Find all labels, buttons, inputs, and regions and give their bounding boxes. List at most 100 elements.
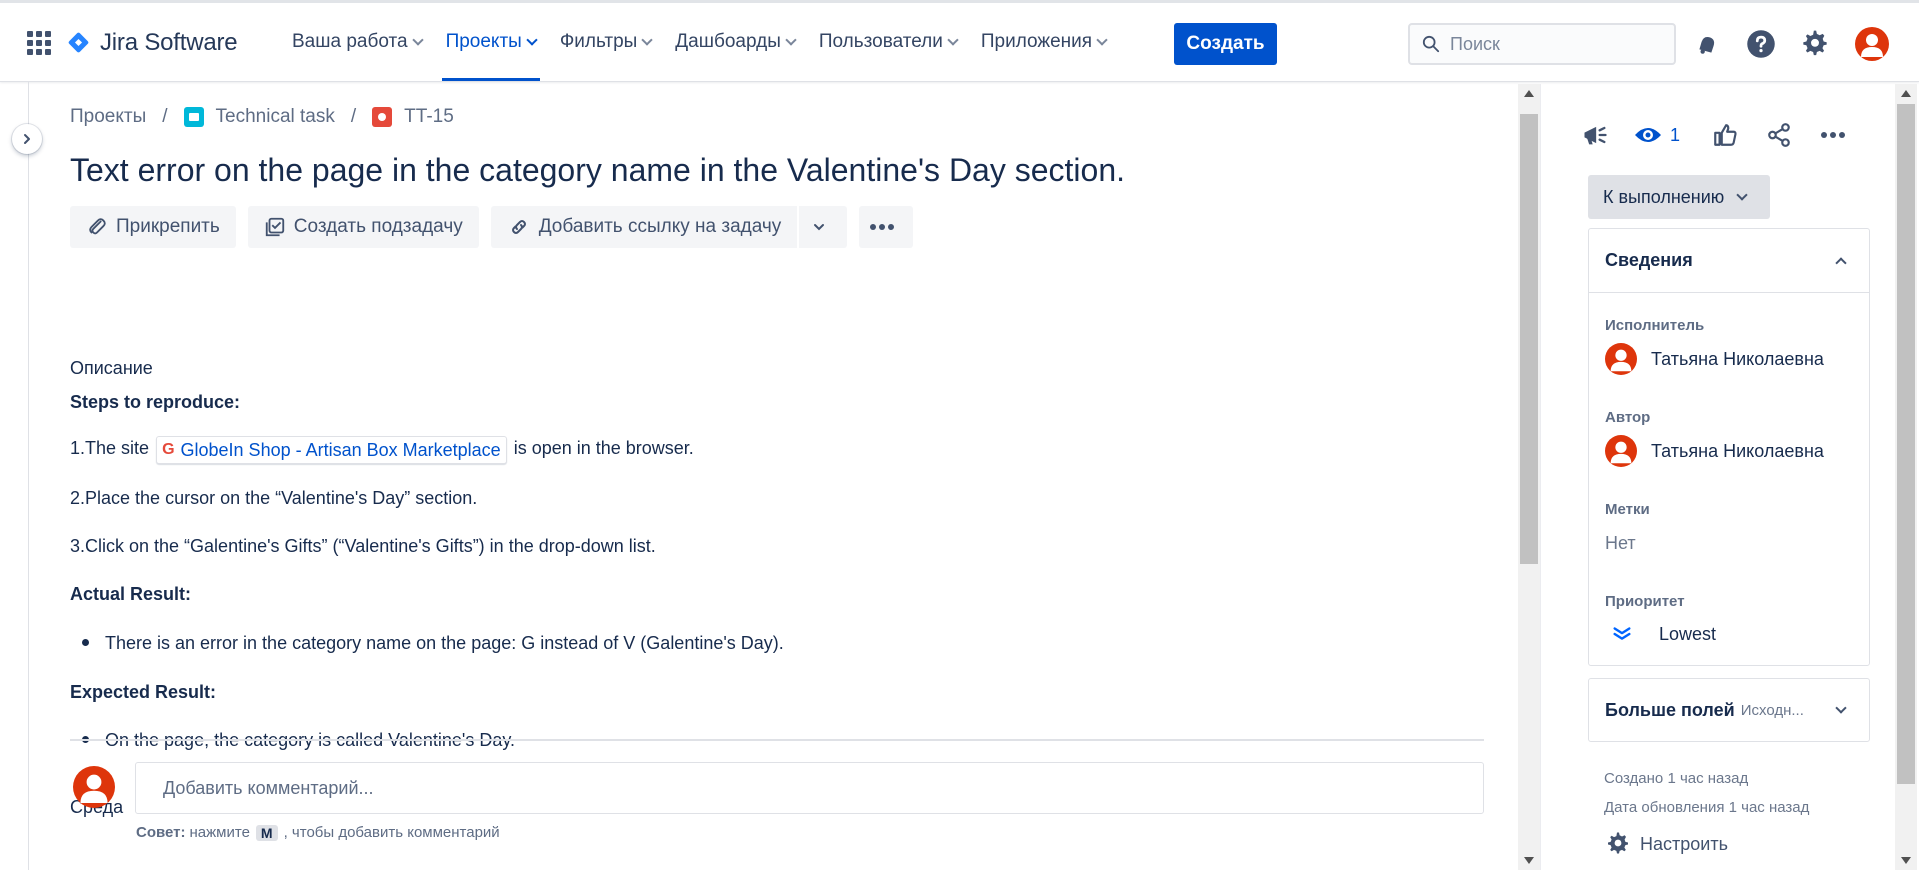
nav-menu: Ваша работа Проекты Фильтры Дашбоарды По…	[280, 3, 1118, 81]
reporter-field[interactable]: Татьяна Николаевна	[1605, 435, 1824, 467]
assignee-name: Татьяна Николаевна	[1651, 348, 1824, 369]
subtask-icon	[265, 217, 284, 237]
smart-link[interactable]: G GlobeIn Shop - Artisan Box Marketplace	[156, 436, 507, 464]
paperclip-icon	[89, 218, 106, 235]
reporter-avatar	[1605, 435, 1637, 467]
logo-text: Jira Software	[100, 29, 238, 56]
priority-lowest-icon	[1613, 627, 1631, 640]
shortcut-key: M	[255, 824, 278, 841]
details-panel: Сведения Исполнитель Татьяна Николаевна …	[1588, 228, 1870, 666]
settings-icon[interactable]	[1800, 29, 1830, 59]
comment-divider	[70, 739, 1484, 741]
link-issue-button[interactable]: Добавить ссылку на задачу	[490, 206, 798, 248]
globein-favicon-icon: G	[162, 441, 175, 458]
bug-icon[interactable]	[372, 107, 393, 127]
chevron-down-icon	[1835, 701, 1847, 714]
actual-heading: Actual Result:	[70, 584, 192, 604]
jira-logo[interactable]: Jira Software	[68, 29, 238, 57]
nav-apps[interactable]: Приложения	[969, 3, 1118, 81]
create-subtask-button[interactable]: Создать подзадачу	[247, 206, 479, 248]
main-scrollbar[interactable]	[1518, 84, 1540, 870]
status-dropdown[interactable]: К выполнению	[1588, 175, 1771, 219]
app-switcher-icon[interactable]	[27, 31, 51, 55]
link-issue-label: Добавить ссылку на задачу	[538, 216, 782, 237]
labels-field[interactable]: Нет	[1605, 533, 1636, 554]
chevron-down-icon	[814, 224, 825, 231]
chevron-down-icon	[641, 33, 653, 46]
sidebar-scroll-thumb[interactable]	[1897, 104, 1915, 784]
nav-label: Приложения	[980, 31, 1093, 52]
more-icon[interactable]	[1818, 120, 1848, 150]
configure-button[interactable]: Настроить	[1606, 832, 1728, 856]
assignee-avatar	[1605, 343, 1637, 375]
breadcrumb-projects[interactable]: Проекты	[70, 106, 146, 128]
issue-actions: 1	[1580, 120, 1872, 150]
chevron-up-icon	[1835, 257, 1847, 269]
priority-field[interactable]: Lowest	[1605, 623, 1716, 645]
chevron-down-icon	[947, 33, 959, 46]
sidebar-edge	[28, 82, 29, 870]
nav-label: Дашбоарды	[675, 31, 781, 52]
tip-after: , чтобы добавить комментарий	[283, 824, 500, 841]
scroll-down-arrow[interactable]	[1901, 857, 1911, 864]
help-icon[interactable]	[1746, 29, 1776, 59]
configure-label: Настроить	[1640, 833, 1728, 854]
attach-label: Прикрепить	[116, 216, 220, 237]
panel-divider	[1540, 84, 1541, 870]
search-box[interactable]	[1408, 23, 1676, 65]
nav-filters[interactable]: Фильтры	[548, 3, 663, 81]
vote-icon[interactable]	[1710, 120, 1740, 150]
nav-people[interactable]: Пользователи	[807, 3, 969, 81]
nav-label: Пользователи	[818, 31, 943, 52]
comment-avatar	[73, 766, 115, 808]
search-icon	[1422, 35, 1440, 53]
chevron-down-icon	[785, 33, 797, 46]
watch-button[interactable]: 1	[1634, 125, 1680, 146]
subtask-label: Создать подзадачу	[293, 216, 463, 237]
top-navigation: Jira Software Ваша работа Проекты Фильтр…	[0, 0, 1919, 82]
scroll-up-arrow[interactable]	[1524, 90, 1534, 97]
more-icon	[870, 224, 895, 230]
nav-projects[interactable]: Проекты	[434, 3, 548, 81]
updated-timestamp: Дата обновления 1 час назад	[1604, 799, 1810, 816]
chevron-down-icon	[1096, 33, 1108, 46]
profile-avatar[interactable]	[1855, 27, 1889, 61]
issue-main: Проекты / Technical task / TT-15 Text er…	[70, 82, 1484, 870]
more-fields-panel[interactable]: Больше полей Исходн...	[1588, 678, 1870, 742]
more-actions-button[interactable]	[859, 206, 914, 248]
nav-label: Проекты	[445, 31, 522, 52]
create-button[interactable]: Создать	[1174, 23, 1277, 65]
details-header[interactable]: Сведения	[1589, 229, 1869, 293]
main-scroll-thumb[interactable]	[1520, 114, 1538, 564]
status-label: К выполнению	[1603, 186, 1725, 207]
feedback-icon[interactable]	[1580, 120, 1610, 150]
notifications-icon[interactable]	[1692, 29, 1722, 59]
nav-your-work[interactable]: Ваша работа	[280, 3, 434, 81]
breadcrumb-issue-key[interactable]: TT-15	[404, 106, 454, 128]
attach-button[interactable]: Прикрепить	[70, 206, 236, 248]
comment-input[interactable]: Добавить комментарий...	[135, 762, 1484, 814]
nav-dashboards[interactable]: Дашбоарды	[663, 3, 807, 81]
priority-value: Lowest	[1659, 623, 1717, 644]
breadcrumb-project[interactable]: Technical task	[216, 106, 335, 128]
actual-list-item: There is an error in the category name o…	[82, 631, 784, 655]
issue-title[interactable]: Text error on the page in the category n…	[70, 152, 1125, 189]
issue-toolbar: Прикрепить Создать подзадачу Добавить сс…	[70, 206, 925, 248]
details-body: Исполнитель Татьяна Николаевна Автор Тат…	[1589, 293, 1869, 665]
link-issue-dropdown[interactable]	[799, 206, 848, 248]
scroll-up-arrow[interactable]	[1901, 90, 1911, 97]
scroll-down-arrow[interactable]	[1524, 857, 1534, 864]
expand-sidebar-button[interactable]	[12, 124, 42, 154]
assignee-label: Исполнитель	[1605, 317, 1705, 334]
nav-label: Фильтры	[559, 31, 638, 52]
search-input[interactable]	[1450, 33, 1650, 55]
chevron-down-icon	[411, 33, 424, 46]
share-icon[interactable]	[1764, 120, 1794, 150]
assignee-field[interactable]: Татьяна Николаевна	[1605, 343, 1824, 375]
step-1-prefix: 1.The site	[70, 438, 150, 458]
details-title: Сведения	[1605, 250, 1693, 270]
chevron-down-icon	[526, 33, 538, 46]
breadcrumb: Проекты / Technical task / TT-15	[70, 106, 454, 128]
sidebar-scrollbar[interactable]	[1895, 84, 1917, 870]
jira-logo-icon	[68, 32, 90, 54]
